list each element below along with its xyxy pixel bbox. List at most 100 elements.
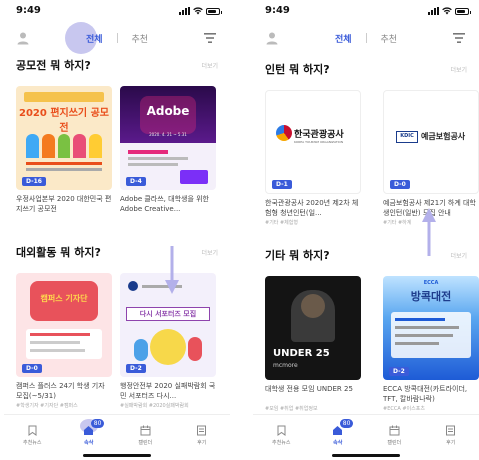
dday-badge: D-16 — [22, 177, 46, 186]
more-link-contest[interactable]: 더보기 — [201, 61, 218, 70]
nav-label: 속삭 — [333, 440, 343, 446]
dday-badge: D-2 — [389, 367, 409, 376]
section-title-intern: 인턴 뭐 하지? — [265, 63, 330, 76]
poster-image: Adobe 2020. 4. 21 ~ 5.31 D-4 — [120, 86, 216, 190]
dday-badge: D-1 — [272, 180, 292, 189]
phone-screen-left: 9:49 전체 추천 공모전 뭐 하지? 더보기 2020 편지쓰기 공모전 D… — [4, 0, 230, 460]
top-bar: 전체 추천 — [4, 22, 230, 54]
nav-item-news[interactable]: 추천뉴스 — [261, 425, 301, 446]
poster-subtitle: KOREA TOURISM ORGANIZATION — [294, 140, 344, 144]
status-bar: 9:49 — [4, 0, 230, 22]
tab-divider — [365, 33, 367, 43]
nav-label: 추천뉴스 — [272, 440, 291, 446]
card-under25[interactable]: UNDER 25 mcmore 대학생 전용 모임 UNDER 25 #모임 #… — [265, 276, 361, 412]
tab-recommended[interactable]: 추천 — [377, 32, 402, 45]
wifi-icon — [442, 7, 452, 15]
dday-badge: D-4 — [126, 177, 146, 186]
battery-icon — [206, 7, 222, 15]
poster-image: KDIC 예금보험공사 D-0 — [383, 90, 479, 194]
card-kto-intern[interactable]: 한국관광공사 KOREA TOURISM ORGANIZATION D-1 한국… — [265, 90, 361, 226]
poster-image: UNDER 25 mcmore — [265, 276, 361, 380]
nav-item-review[interactable]: 후기 — [431, 425, 471, 446]
section-title-activity: 대외활동 뭐 하지? — [16, 246, 101, 259]
more-link-etc[interactable]: 더보기 — [450, 251, 467, 260]
poster-subtitle: mcmore — [273, 362, 298, 369]
card-tags: #ECCA #이스포츠 — [383, 406, 425, 412]
status-time: 9:49 — [16, 5, 41, 16]
status-bar: 9:49 — [253, 0, 479, 22]
card-title: 행정안전부 2020 실패박람회 국민 서포터즈 다시... — [120, 382, 216, 400]
nav-item-review[interactable]: 후기 — [182, 425, 222, 446]
card-title: 우정사업본부 2020 대한민국 편지쓰기 공모전 — [16, 195, 112, 213]
tab-all[interactable]: 전체 — [331, 32, 356, 45]
filter-icon[interactable] — [204, 33, 216, 43]
poster-image: 2020 편지쓰기 공모전 D-16 — [16, 86, 112, 190]
home-indicator — [332, 454, 400, 457]
arrow-down-icon — [165, 246, 179, 294]
card-campus-reporter[interactable]: 캠퍼스 기자단 D-0 캠퍼스 플러스 24기 학생 기자 모집(~5/31) … — [16, 273, 112, 409]
calendar-icon — [389, 425, 400, 436]
bookmark-icon — [28, 425, 37, 436]
bookmark-icon — [277, 425, 286, 436]
home-indicator — [83, 454, 151, 457]
nav-item-calendar[interactable]: 캘린더 — [125, 425, 165, 446]
poster-title: 캠퍼스 기자단 — [40, 294, 88, 303]
card-title: 대학생 전용 모임 UNDER 25 — [265, 385, 353, 393]
card-tags: #학생기자 #기자단 #캠퍼스 — [16, 403, 78, 409]
poster-title: 예금보험공사 — [421, 132, 466, 141]
poster-logo: KDIC — [396, 131, 418, 143]
poster-title: 2020 편지쓰기 공모전 — [19, 108, 109, 134]
calendar-icon — [140, 425, 151, 436]
poster-title: 다시 서포터즈 모집 — [139, 310, 197, 318]
card-tags: #기타 #체험형 — [265, 220, 298, 226]
bottom-nav: 추천뉴스 80 속삭 캘린더 후기 — [253, 414, 479, 460]
review-icon — [197, 425, 207, 436]
card-title: Adobe 클라쓰, 대학생을 위한 Adobe Creative... — [120, 195, 210, 213]
poster-title: UNDER 25 — [273, 348, 330, 359]
tab-bar: 전체 추천 — [253, 22, 479, 54]
tab-divider — [116, 33, 118, 43]
card-title: 캠퍼스 플러스 24기 학생 기자 모집(~5/31) — [16, 382, 105, 400]
poster-image: ECCA 방콕대전 D-2 — [383, 276, 479, 380]
nav-label: 캘린더 — [138, 440, 153, 446]
poster-title: 방콕대전 — [410, 290, 452, 303]
nav-item-home[interactable]: 80 속삭 — [69, 419, 109, 446]
nav-item-calendar[interactable]: 캘린더 — [374, 425, 414, 446]
battery-icon — [455, 7, 471, 15]
dday-badge: D-0 — [22, 364, 42, 373]
poster-subtitle: 2020. 4. 21 ~ 5.31 — [149, 132, 187, 137]
card-title: 한국관광공사 2020년 제2차 체험형 청년인턴(일... — [265, 199, 359, 217]
status-time: 9:49 — [265, 5, 290, 16]
review-icon — [446, 425, 456, 436]
signal-icon — [428, 7, 439, 15]
dday-badge: D-0 — [390, 180, 410, 189]
card-letter-contest[interactable]: 2020 편지쓰기 공모전 D-16 우정사업본부 2020 대한민국 편지쓰기… — [16, 86, 112, 214]
tab-all[interactable]: 전체 — [82, 32, 107, 45]
card-tags: #실패박람회 #2020실패박람회 — [120, 403, 189, 409]
poster-title: 한국관광공사 — [294, 130, 344, 140]
poster-image: 캠퍼스 기자단 D-0 — [16, 273, 112, 377]
bottom-nav: 추천뉴스 80 속삭 캘린더 후기 — [4, 414, 230, 460]
nav-label: 추천뉴스 — [23, 440, 42, 446]
nav-item-home[interactable]: 80 속삭 — [318, 419, 358, 446]
arrow-up-icon — [422, 208, 436, 256]
nav-label: 캘린더 — [387, 440, 402, 446]
tab-recommended[interactable]: 추천 — [128, 32, 153, 45]
nav-badge: 80 — [90, 419, 105, 428]
status-icons — [179, 7, 222, 15]
card-adobe[interactable]: Adobe 2020. 4. 21 ~ 5.31 D-4 Adobe 클라쓰, … — [120, 86, 216, 214]
nav-label: 속삭 — [84, 440, 94, 446]
status-icons — [428, 7, 471, 15]
dday-badge: D-2 — [126, 364, 146, 373]
more-link-intern[interactable]: 더보기 — [450, 65, 467, 74]
phone-screen-right: 9:49 전체 추천 인턴 뭐 하지? 더보기 한국관광공사 KOREA TOU… — [253, 0, 479, 460]
filter-icon[interactable] — [453, 33, 465, 43]
nav-item-news[interactable]: 추천뉴스 — [12, 425, 52, 446]
section-title-contest: 공모전 뭐 하지? — [16, 59, 91, 72]
section-title-etc: 기타 뭐 하지? — [265, 249, 330, 262]
card-title: ECCA 방콕대전(카트라이더, TFT, 칼바람나락) — [383, 385, 468, 403]
card-tags: #모임 #취업 #취업정보 — [265, 406, 318, 412]
card-ecca[interactable]: ECCA 방콕대전 D-2 ECCA 방콕대전(카트라이더, TFT, 칼바람나… — [383, 276, 479, 412]
nav-label: 후기 — [446, 440, 456, 446]
more-link-activity[interactable]: 더보기 — [201, 248, 218, 257]
